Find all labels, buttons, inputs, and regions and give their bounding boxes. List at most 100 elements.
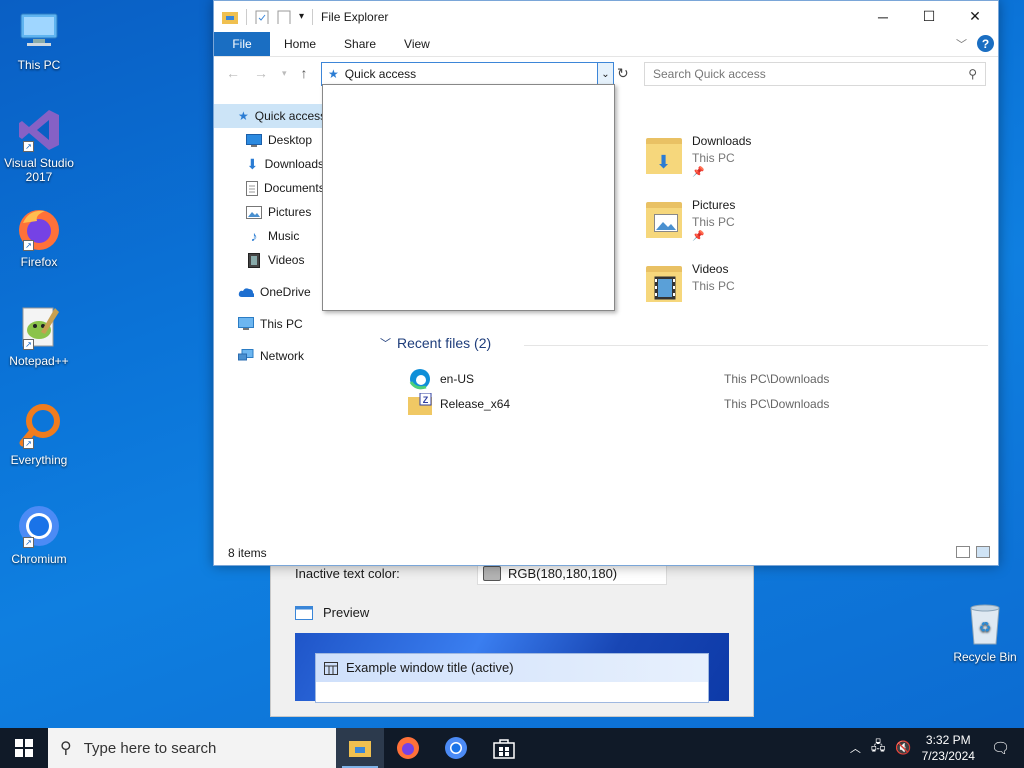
recent-locations-icon[interactable]: ▾ <box>282 68 287 81</box>
status-bar: 8 items <box>214 541 998 565</box>
network-status-icon[interactable]: 🖧 <box>871 737 886 759</box>
recent-file-name: Release_x64 <box>440 397 511 411</box>
file-explorer-icon <box>349 741 371 757</box>
taskbar-chromium[interactable] <box>432 728 480 768</box>
clock-date: 7/23/2024 <box>921 749 975 763</box>
desktop-icon-this-pc[interactable]: This PC <box>4 8 74 72</box>
everything-icon: ↗ <box>15 403 63 451</box>
folder-name: Videos <box>692 262 729 276</box>
inactive-text-color-label: Inactive text color: <box>295 566 400 581</box>
svg-text:Z: Z <box>423 395 429 405</box>
desktop-icon-label: Everything <box>10 453 68 467</box>
chevron-down-icon: ﹀ <box>380 338 391 350</box>
inactive-text-color-value: RGB(180,180,180) <box>508 566 618 581</box>
cloud-icon <box>238 284 254 300</box>
ribbon-tabs: File Home Share View ﹀ ? <box>214 32 998 56</box>
new-folder-icon[interactable] <box>277 10 293 24</box>
taskbar-file-explorer[interactable] <box>336 728 384 768</box>
desktop-icon-label: Recycle Bin <box>953 650 1017 664</box>
notifications-icon[interactable]: 🗨 <box>991 739 1010 757</box>
folder-tile-downloads[interactable]: ⬇ Downloads This PC 📌 <box>644 134 751 178</box>
example-window-title: Example window title (active) <box>346 660 514 675</box>
nav-item-onedrive[interactable]: OneDrive <box>214 280 324 304</box>
calendar-icon <box>324 661 338 675</box>
notepadpp-icon: ↗ <box>15 304 63 352</box>
close-button[interactable]: ✕ <box>952 1 998 32</box>
expand-ribbon-icon[interactable]: ﹀ <box>956 36 967 52</box>
back-arrow-icon[interactable]: ← <box>226 65 240 81</box>
taskbar-search-box[interactable]: ⚲ Type here to search <box>48 728 336 768</box>
maximize-button[interactable]: ☐ <box>906 1 952 32</box>
address-history-dropdown[interactable] <box>322 84 615 311</box>
star-icon: ★ <box>328 67 339 81</box>
nav-item-documents[interactable]: Documents <box>214 176 324 200</box>
tab-file[interactable]: File <box>214 32 270 56</box>
desktop-icon-chromium[interactable]: ↗ Chromium <box>4 502 74 566</box>
navigation-pane: ★ Quick access Desktop ⬇ Downloads Docum… <box>214 104 324 368</box>
refresh-icon[interactable]: ↻ <box>617 65 629 82</box>
desktop-icon-recycle-bin[interactable]: ♻ Recycle Bin <box>950 600 1020 664</box>
nav-item-network[interactable]: Network <box>214 344 324 368</box>
folder-tile-videos[interactable]: Videos This PC <box>644 262 735 306</box>
forward-arrow-icon[interactable]: → <box>254 65 268 81</box>
properties-icon[interactable] <box>255 10 271 24</box>
nav-item-this-pc[interactable]: This PC <box>214 312 324 336</box>
desktop-icon-notepadpp[interactable]: ↗ Notepad++ <box>4 304 74 368</box>
preview-label: Preview <box>323 605 370 620</box>
details-view-icon[interactable] <box>956 546 970 558</box>
nav-item-quick-access[interactable]: ★ Quick access <box>214 104 324 128</box>
help-icon[interactable]: ? <box>977 35 994 52</box>
document-icon <box>246 180 258 196</box>
pin-icon: 📌 <box>692 167 705 178</box>
search-input[interactable]: Search Quick access ⚲ <box>644 62 986 86</box>
nav-item-desktop[interactable]: Desktop <box>214 128 324 152</box>
taskbar-firefox[interactable] <box>384 728 432 768</box>
edge-icon <box>409 369 430 390</box>
minimize-button[interactable]: ─ <box>860 1 906 32</box>
nav-label: Documents <box>264 181 324 195</box>
example-window: Example window title (active) <box>315 653 709 703</box>
personalization-window: Inactive text color: RGB(180,180,180) Pr… <box>270 560 754 717</box>
folder-name: Downloads <box>692 134 752 148</box>
desktop-icon-everything[interactable]: ↗ Everything <box>4 403 74 467</box>
up-arrow-icon[interactable]: ↑ <box>301 65 308 81</box>
desktop-icon-label: Chromium <box>11 552 67 566</box>
music-icon: ♪ <box>250 228 258 244</box>
volume-muted-icon[interactable]: 🔇 <box>895 740 911 756</box>
tab-share[interactable]: Share <box>330 32 390 56</box>
customize-qat-icon[interactable]: ▾ <box>299 11 304 22</box>
nav-label: Quick access <box>254 109 324 123</box>
computer-icon <box>238 316 254 332</box>
nav-item-music[interactable]: ♪ Music <box>214 224 324 248</box>
taskbar-store[interactable] <box>480 728 528 768</box>
nav-label: Videos <box>268 253 305 267</box>
search-icon: ⚲ <box>60 740 72 757</box>
tab-view[interactable]: View <box>390 32 444 56</box>
store-icon <box>493 739 515 759</box>
computer-icon <box>15 8 63 56</box>
download-icon: ⬇ <box>246 155 259 172</box>
folder-tile-pictures[interactable]: Pictures This PC 📌 <box>644 198 735 242</box>
search-placeholder: Search Quick access <box>653 67 766 81</box>
chromium-icon <box>445 737 467 759</box>
nav-item-downloads[interactable]: ⬇ Downloads <box>214 152 324 176</box>
address-dropdown-button[interactable]: ⌄ <box>597 63 613 85</box>
show-hidden-icons-icon[interactable]: ︿ <box>850 740 861 756</box>
desktop-icon-visual-studio[interactable]: ↗ Visual Studio 2017 <box>4 106 74 184</box>
recent-file-row[interactable]: en-US This PC\Downloads <box>408 368 908 390</box>
star-icon: ★ <box>238 109 249 123</box>
recent-files-header[interactable]: ﹀ Recent files (2) <box>380 335 491 351</box>
nav-label: This PC <box>260 317 303 331</box>
zip-folder-icon: Z <box>408 393 432 415</box>
folder-name: Pictures <box>692 198 736 212</box>
large-icons-view-icon[interactable] <box>976 546 990 558</box>
clock[interactable]: 3:32 PM 7/23/2024 <box>922 732 975 764</box>
tab-home[interactable]: Home <box>270 32 330 56</box>
nav-item-pictures[interactable]: Pictures <box>214 200 324 224</box>
nav-item-videos[interactable]: Videos <box>214 248 324 272</box>
recent-file-row[interactable]: Z Release_x64 This PC\Downloads <box>408 393 908 415</box>
start-button[interactable] <box>0 728 48 768</box>
desktop-icon-firefox[interactable]: ↗ Firefox <box>4 205 74 269</box>
search-icon: ⚲ <box>968 67 977 81</box>
address-bar[interactable]: ★ Quick access ⌄ <box>321 62 614 86</box>
